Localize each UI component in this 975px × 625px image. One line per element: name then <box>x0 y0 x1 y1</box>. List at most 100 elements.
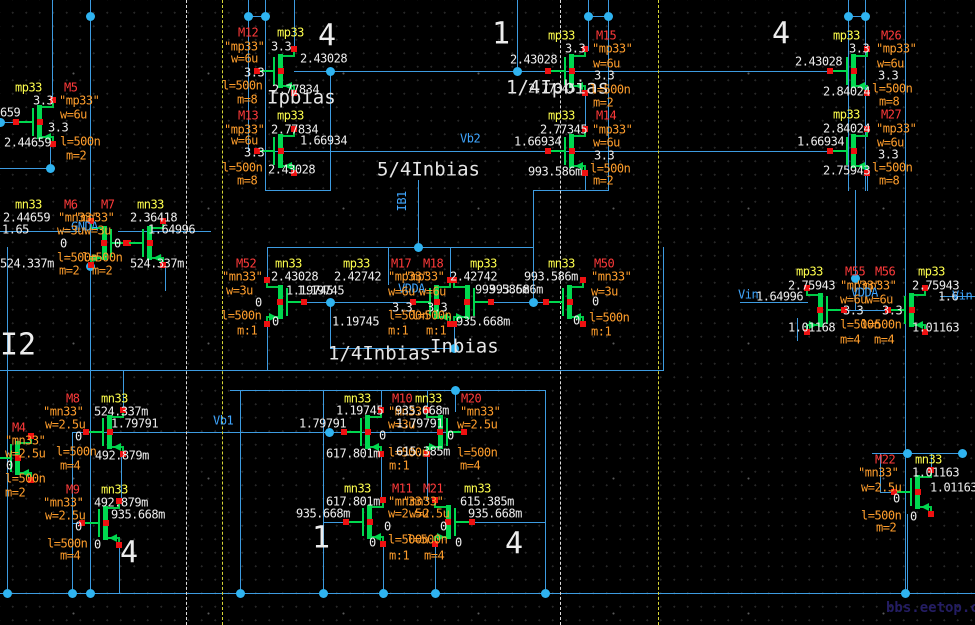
wire-segment[interactable] <box>383 543 384 594</box>
device-name-label[interactable]: M17 <box>391 257 412 269</box>
wire-segment[interactable] <box>381 453 382 502</box>
multiplier-label: I2 <box>0 327 37 363</box>
wire-segment[interactable] <box>267 323 268 371</box>
node-value-label: 0 <box>447 428 454 443</box>
node-value-label: 3.3 <box>33 93 54 108</box>
wire-junction <box>319 589 328 598</box>
device-name-label[interactable]: M21 <box>423 482 444 494</box>
wire-segment[interactable] <box>545 390 546 594</box>
device-model-label: mp33 <box>548 28 575 43</box>
node-value-label: 3.3 <box>244 145 265 160</box>
net-alias-label[interactable]: 5/4Inbias <box>377 160 480 180</box>
device-model-label: mn33 <box>101 482 128 497</box>
device-param-label: m=4 <box>424 548 445 563</box>
node-value-label: 0 <box>369 535 376 550</box>
device-name-label[interactable]: M9 <box>66 483 80 495</box>
wire-segment[interactable] <box>7 247 8 594</box>
device-param-label: "mn33" <box>43 404 84 419</box>
node-value-label: 1.66934 <box>514 134 562 149</box>
wire-segment[interactable] <box>265 190 331 191</box>
device-name-label[interactable]: M22 <box>875 453 896 465</box>
wire-segment[interactable] <box>230 390 546 391</box>
wire-segment[interactable] <box>907 514 908 594</box>
device-name-label[interactable]: M5 <box>64 81 78 93</box>
schematic-canvas[interactable]: bbs.eetop.cn mp33M53.3"mp33"659w=6u3.32.… <box>0 0 975 625</box>
device-name-label[interactable]: M20 <box>461 392 482 404</box>
net-alias-label[interactable]: Inbias <box>430 337 499 357</box>
net-alias-label[interactable]: 1/4Inbias <box>328 344 431 364</box>
device-param-label: l=500n <box>872 160 913 175</box>
device-name-label[interactable]: M4 <box>12 421 26 433</box>
device-name-label[interactable]: M26 <box>881 29 902 41</box>
wire-segment[interactable] <box>533 190 609 191</box>
device-param-label: "mp33" <box>876 41 917 56</box>
device-name-label[interactable]: M56 <box>875 265 896 277</box>
wire-segment[interactable] <box>257 151 831 152</box>
wire-junction <box>513 67 522 76</box>
device-name-label[interactable]: M6 <box>64 198 78 210</box>
wire-segment[interactable] <box>418 180 419 248</box>
device-name-label[interactable]: M11 <box>392 482 413 494</box>
device-name-label[interactable]: M7 <box>101 198 115 210</box>
device-name-label[interactable]: M18 <box>423 257 444 269</box>
node-value-label: 3.3 <box>882 303 903 318</box>
device-name-label[interactable]: M55 <box>845 265 866 277</box>
wire-segment[interactable] <box>86 432 465 433</box>
device-model-label: mp33 <box>833 107 860 122</box>
node-value-label: 2.43028 <box>510 52 558 67</box>
device-param-label: w=6u <box>60 107 87 122</box>
net-name-label[interactable]: Vb2 <box>460 132 481 144</box>
wire-segment[interactable] <box>0 168 51 169</box>
device-name-label[interactable]: M8 <box>66 392 80 404</box>
net-name-label[interactable]: IB1 <box>395 191 409 211</box>
wire-segment[interactable] <box>52 0 53 97</box>
device-param-label: m=4 <box>874 332 895 347</box>
wire-segment[interactable] <box>267 247 534 248</box>
node-value-label: 935.668m <box>111 507 165 522</box>
device-param-label: l=500n <box>222 78 263 93</box>
node-value-label: 617.801m <box>326 446 380 461</box>
device-name-label[interactable]: M15 <box>596 29 617 41</box>
device-name-label[interactable]: M13 <box>238 109 259 121</box>
device-param-label: m=4 <box>460 458 481 473</box>
node-value-label: 1.79791 <box>111 416 159 431</box>
device-param-label: w=3u <box>57 223 84 238</box>
node-value-label: 1.19745 <box>336 403 384 418</box>
device-param-label: "mn33" <box>222 269 263 284</box>
wire-segment[interactable] <box>472 522 546 523</box>
wire-segment[interactable] <box>240 390 241 594</box>
device-name-label[interactable]: M50 <box>594 257 615 269</box>
net-name-label[interactable]: Vin <box>952 289 973 301</box>
wire-segment[interactable] <box>491 302 547 303</box>
node-value-label: 1.01163 <box>912 320 960 335</box>
device-param-label: m=2 <box>66 148 87 163</box>
device-model-label: mn33 <box>464 481 491 496</box>
device-param-label: l=500n <box>56 444 97 459</box>
multiplier-label: 4 <box>318 18 337 54</box>
device-name-label[interactable]: M27 <box>881 108 902 120</box>
node-value-label: 0 <box>440 519 447 534</box>
wire-segment[interactable] <box>663 247 664 371</box>
device-model-label: mn33 <box>275 256 302 271</box>
wire-segment[interactable] <box>588 0 589 51</box>
device-name-label[interactable]: M52 <box>236 257 257 269</box>
node-value-label: 3.3 <box>244 65 265 80</box>
node-value-label: 3.3 <box>48 120 69 135</box>
net-alias-label[interactable]: Ipbias <box>267 88 336 108</box>
device-param-label: "mn33" <box>858 465 899 480</box>
wire-segment[interactable] <box>0 593 975 594</box>
device-name-label[interactable]: M14 <box>596 109 617 121</box>
node-value-label: 0 <box>60 236 67 251</box>
node-value-label: 993.586m <box>528 164 582 179</box>
node-value-label: 1.66934 <box>300 133 348 148</box>
node-value-label: 0 <box>114 236 121 251</box>
node-value-label: 524.337m <box>130 256 184 271</box>
node-value-label: 0 <box>75 519 82 534</box>
device-name-label[interactable]: M12 <box>238 26 259 38</box>
wire-segment[interactable] <box>0 370 664 371</box>
device-param-label: m=8 <box>879 173 900 188</box>
net-name-label[interactable]: Vb1 <box>213 414 234 426</box>
device-model-label: mp33 <box>470 256 497 271</box>
device-param-label: "mn33" <box>460 404 501 419</box>
multiplier-label: 4 <box>505 526 524 562</box>
